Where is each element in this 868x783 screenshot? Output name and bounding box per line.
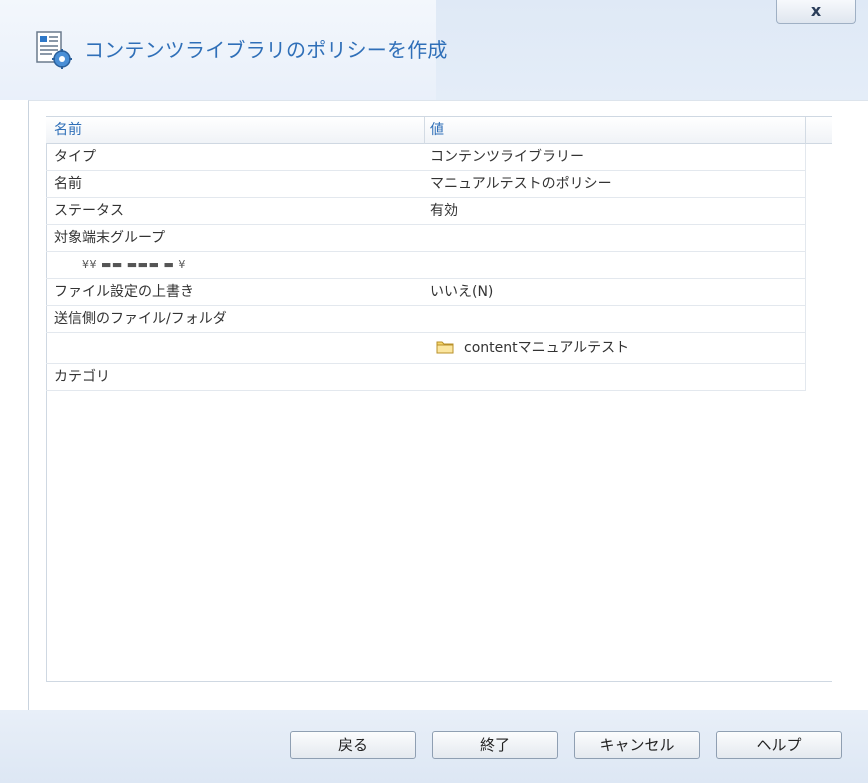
row-value: いいえ(N) [430, 284, 494, 300]
column-separator[interactable] [805, 117, 806, 144]
row-name: ファイル設定の上書き [54, 284, 194, 300]
row-name: タイプ [54, 149, 96, 165]
policy-settings-icon [36, 31, 72, 69]
row-name: 対象端末グループ [54, 230, 166, 246]
folder-icon [436, 341, 454, 353]
table-row[interactable]: ステータス 有効 [46, 198, 806, 225]
table-row[interactable]: ファイル設定の上書き いいえ(N) [46, 279, 806, 306]
table-row[interactable]: カテゴリ [46, 364, 806, 391]
grid-header: 名前 値 [46, 116, 832, 144]
back-button[interactable]: 戻る [290, 731, 416, 759]
table-row[interactable]: ¥¥ ▬▬ ▬▬▬ ▬ ¥ [46, 252, 806, 279]
table-row[interactable]: 対象端末グループ [46, 225, 806, 252]
grid-body: タイプ コンテンツライブラリー 名前 マニュアルテストのポリシー ステータス 有… [46, 144, 806, 391]
cancel-button[interactable]: キャンセル [574, 731, 700, 759]
table-row[interactable]: 送信側のファイル/フォルダ [46, 306, 806, 333]
row-name: 名前 [54, 176, 82, 192]
row-name: 送信側のファイル/フォルダ [54, 311, 227, 327]
row-name: カテゴリ [54, 369, 110, 385]
table-row[interactable]: contentマニュアルテスト [46, 333, 806, 364]
column-header-name[interactable]: 名前 [54, 117, 82, 143]
column-header-value[interactable]: 値 [430, 117, 444, 143]
device-group-path: ¥¥ ▬▬ ▬▬▬ ▬ ¥ [82, 258, 186, 271]
create-policy-dialog: コンテンツライブラリのポリシーを作成 x 名前 値 タイプ コンテンツライブラリ… [0, 0, 868, 783]
row-value: 有効 [430, 203, 458, 219]
table-row[interactable]: タイプ コンテンツライブラリー [46, 144, 806, 171]
folder-name: contentマニュアルテスト [464, 340, 630, 356]
row-value: マニュアルテストのポリシー [430, 176, 612, 192]
close-button[interactable]: x [776, 0, 856, 24]
help-button[interactable]: ヘルプ [716, 731, 842, 759]
dialog-title: コンテンツライブラリのポリシーを作成 [84, 38, 448, 62]
column-separator[interactable] [424, 117, 425, 144]
row-value: コンテンツライブラリー [430, 149, 584, 165]
table-row[interactable]: 名前 マニュアルテストのポリシー [46, 171, 806, 198]
row-name: ステータス [54, 203, 124, 219]
row-value-folder: contentマニュアルテスト [430, 333, 629, 363]
finish-button[interactable]: 終了 [432, 731, 558, 759]
